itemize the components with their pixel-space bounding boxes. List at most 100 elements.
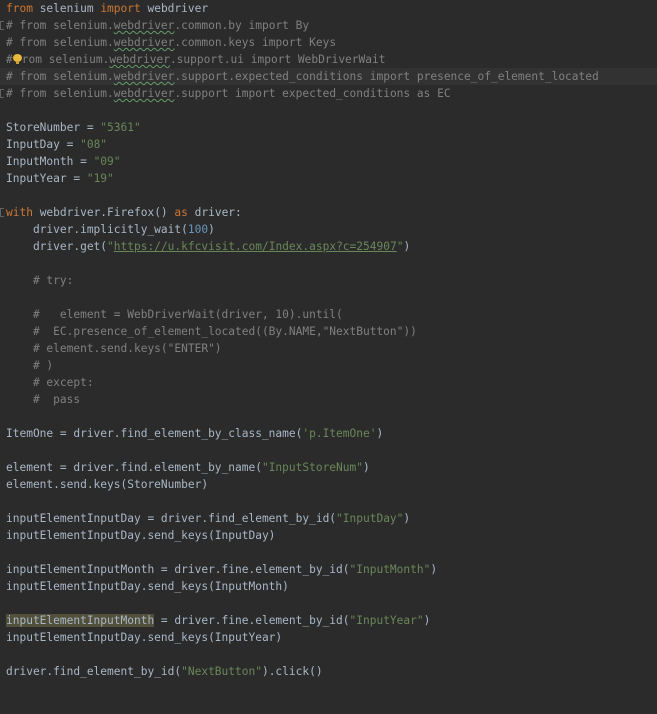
code-token: ).click() [261,665,323,678]
code-token: element.send.keys(StoreNumber) [6,478,209,491]
fold-marker-icon[interactable] [0,89,4,98]
code-token: driver.find_element_by_id( [6,665,182,678]
code-token: InputDay = [6,138,81,151]
code-line-31[interactable]: inputElementInputDay = driver.find_eleme… [0,510,657,527]
code-line-24[interactable]: # pass [0,391,657,408]
code-line-8[interactable]: StoreNumber = "5361" [0,119,657,136]
code-line-29[interactable]: element.send.keys(StoreNumber) [0,476,657,493]
code-token: driver.implicitly_wait( [6,223,188,236]
keyword: with [6,206,33,219]
code-line-14[interactable]: driver.implicitly_wait(100) [0,221,657,238]
comment-text: # ) [6,359,54,372]
code-line-17[interactable]: # try: [0,272,657,289]
comment-text: webdriver [109,53,170,66]
comment-text: webdriver [113,19,175,32]
comment-text: webdriver [113,70,175,83]
code-token: ) [376,427,384,440]
code-line-35[interactable]: inputElementInputDay.send_keys(InputMont… [0,578,657,595]
code-token: element = driver.find.element_by_name( [6,461,262,474]
code-line-6[interactable]: # from selenium.webdriver.support import… [0,85,657,102]
string-literal: "08" [80,138,108,151]
code-line-21[interactable]: # element.send.keys("ENTER") [0,340,657,357]
code-line-4[interactable]: # rom selenium.webdriver.support.ui impor… [0,51,657,68]
comment-text: # [6,53,13,66]
code-line-2[interactable]: # from selenium.webdriver.common.by impo… [0,17,657,34]
fold-marker-icon[interactable] [0,21,4,30]
code-token: ItemOne = driver.find_element_by_class_n… [6,427,303,440]
string-literal: "19" [86,172,114,185]
keyword: as [174,206,188,219]
comment-text: .support.ui import WebDriverWait [169,53,386,66]
comment-text: # from selenium. [6,36,114,49]
string-literal: "NextButton" [181,665,262,678]
code-line-32[interactable]: inputElementInputDay.send_keys(InputDay) [0,527,657,544]
code-token: ) [403,240,411,253]
code-token: ) [363,461,370,474]
comment-text: # element.send.keys("ENTER") [6,342,222,355]
number-literal: 100 [187,223,209,236]
code-token: inputElementInputMonth = driver.fine.ele… [6,563,350,576]
code-token: ) [208,223,215,236]
code-line-10[interactable]: InputMonth = "09" [0,153,657,170]
string-literal: "InputDay" [336,512,404,525]
code-line-1[interactable]: from selenium import webdriver [0,0,657,17]
comment-text: .support.expected_conditions import pres… [174,70,599,83]
code-token: InputYear = [6,172,87,185]
code-token: inputElementInputDay.send_keys(InputDay) [6,529,276,542]
lightbulb-icon[interactable] [12,54,22,65]
code-line-23[interactable]: # except: [0,374,657,391]
string-literal: "InputMonth" [349,563,431,576]
code-token: ) [430,563,438,576]
code-line-19[interactable]: # element = WebDriverWait(driver, 10).un… [0,306,657,323]
comment-text: # from selenium. [6,70,114,83]
code-line-26[interactable]: ItemOne = driver.find_element_by_class_n… [0,425,657,442]
code-line-22[interactable]: # ) [0,357,657,374]
fold-marker-icon[interactable] [0,208,4,217]
code-token: inputElementInputDay.send_keys(InputYear… [6,631,283,644]
code-token: inputElementInputDay.send_keys(InputMont… [6,580,289,593]
comment-text: # try: [6,274,74,287]
comment-text: webdriver [113,36,175,49]
code-line-34[interactable]: inputElementInputMonth = driver.fine.ele… [0,561,657,578]
code-line-3[interactable]: # from selenium.webdriver.common.keys im… [0,34,657,51]
code-token: driver.get( [6,240,108,253]
comment-text: .support import expected_conditions as E… [174,87,451,100]
code-line-28[interactable]: element = driver.find.element_by_name("I… [0,459,657,476]
code-token: ) [423,614,431,627]
code-line-37[interactable]: inputElementInputMonth = driver.fine.ele… [0,612,657,629]
code-line-11[interactable]: InputYear = "19" [0,170,657,187]
string-literal: "InputYear" [349,614,424,627]
code-editor[interactable]: from selenium import webdriver # from se… [0,0,657,714]
code-line-40[interactable]: driver.find_element_by_id("NextButton").… [0,663,657,680]
comment-text: # pass [6,393,81,406]
code-line-20[interactable]: # EC.presence_of_element_located((By.NAM… [0,323,657,340]
code-token: webdriver [140,2,209,15]
url-link[interactable]: https://u.kfcvisit.com/Index.aspx?c=2549… [114,240,397,253]
code-line-13[interactable]: with webdriver.Firefox() as driver: [0,204,657,221]
comment-text: # EC.presence_of_element_located((By.NAM… [6,325,417,338]
keyword: import [100,2,141,15]
code-token: ) [403,512,411,525]
string-literal: "InputStoreNum" [261,461,363,474]
comment-text: # from selenium. [6,87,114,100]
code-token: selenium [32,2,101,15]
string-literal: " [107,240,114,253]
code-token: webdriver.Firefox() [32,206,175,219]
code-token: StoreNumber = [6,121,101,134]
code-token: inputElementInputDay = driver.find_eleme… [6,512,337,525]
string-literal: 'p.ItemOne' [302,427,377,440]
code-line-38[interactable]: inputElementInputDay.send_keys(InputYear… [0,629,657,646]
code-line-9[interactable]: InputDay = "08" [0,136,657,153]
comment-text: .common.by import By [174,19,310,32]
comment-text: # except: [6,376,94,389]
code-token: InputMonth = [6,155,94,168]
code-line-15[interactable]: driver.get("https://u.kfcvisit.com/Index… [0,238,657,255]
highlighted-identifier: inputElementInputMonth [6,614,155,627]
code-token: driver: [187,206,242,219]
comment-text: webdriver [113,87,175,100]
comment-text: .common.keys import Keys [174,36,337,49]
comment-text: rom selenium. [21,53,110,66]
string-literal: "5361" [100,121,141,134]
code-line-5[interactable]: # from selenium.webdriver.support.expect… [0,68,657,85]
keyword: from [6,2,33,15]
